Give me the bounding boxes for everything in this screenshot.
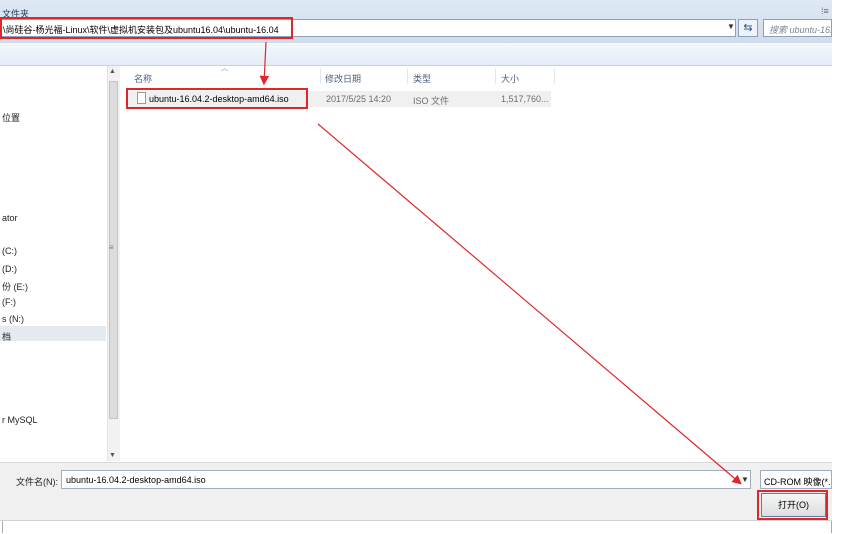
annotation-arrow-open	[317, 123, 742, 485]
annotation-arrows	[259, 41, 742, 485]
annotation-arrow-down	[259, 41, 270, 86]
